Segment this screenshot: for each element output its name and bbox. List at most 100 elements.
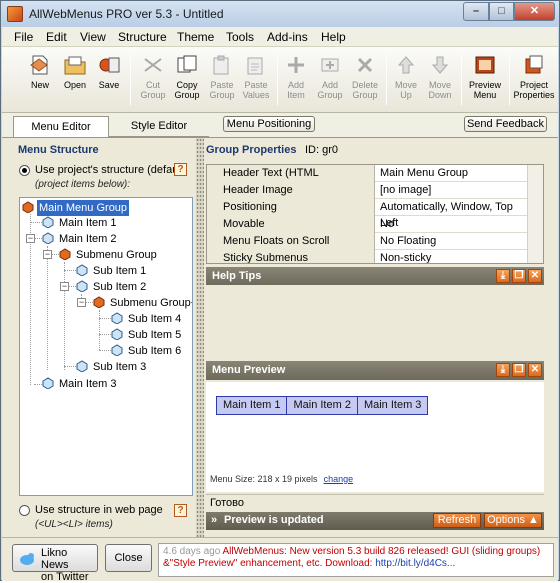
save-button[interactable]: Save <box>91 51 127 90</box>
property-value[interactable]: No <box>377 216 525 233</box>
help-icon[interactable]: ? <box>174 163 187 176</box>
paste-values-button[interactable]: Paste Values <box>238 51 274 100</box>
tree-line <box>99 310 100 350</box>
item-icon <box>76 264 88 276</box>
refresh-button[interactable]: Refresh <box>433 513 481 528</box>
tree-node-submenu-group-plus[interactable]: Submenu Group+ <box>93 295 192 311</box>
collapse-toggle[interactable]: − <box>26 234 35 243</box>
open-button[interactable]: Open <box>57 51 93 90</box>
tree-line <box>64 270 76 271</box>
close-icon[interactable]: ✕ <box>528 269 542 283</box>
property-name: Movable <box>207 216 375 233</box>
preview-updated-label: Preview is updated <box>224 514 324 526</box>
tree-line <box>99 334 111 335</box>
collapse-toggle[interactable]: − <box>43 250 52 259</box>
project-properties-button[interactable]: Project Properties <box>513 51 555 100</box>
preview-menu-item[interactable]: Main Item 1 <box>217 397 288 414</box>
collapse-toggle[interactable]: − <box>60 282 69 291</box>
tab-style-editor[interactable]: Style Editor <box>109 116 209 137</box>
menu-theme[interactable]: Theme <box>177 30 214 44</box>
menu-help[interactable]: Help <box>321 30 346 44</box>
delete-group-button[interactable]: Delete Group <box>347 51 383 100</box>
collapse-toggle[interactable]: − <box>77 298 86 307</box>
property-row[interactable]: Movable No <box>207 216 543 233</box>
arrow-down-icon <box>431 56 449 74</box>
property-row[interactable]: Header Image [no image] <box>207 182 543 199</box>
menu-add-ins[interactable]: Add-ins <box>267 30 308 44</box>
tree-node-sub-item-1[interactable]: Sub Item 1 <box>76 263 148 279</box>
options-button[interactable]: Options ▲ <box>484 513 542 528</box>
property-name: Menu Floats on Scroll <box>207 233 375 250</box>
add-group-button[interactable]: Add Group <box>312 51 348 100</box>
tree-node-main-item-1[interactable]: Main Item 1 <box>42 215 118 231</box>
use-web-structure-label: Use structure in web page <box>35 504 163 516</box>
add-item-button[interactable]: Add Item <box>278 51 314 100</box>
tree-node-main-item-3[interactable]: Main Item 3 <box>42 376 118 392</box>
tree-node-sub-item-3[interactable]: Sub Item 3 <box>76 359 148 375</box>
property-row[interactable]: Sticky Submenus Non-sticky <box>207 250 543 263</box>
group-id-label: ID: gr0 <box>305 144 339 156</box>
tree-node-sub-item-4[interactable]: Sub Item 4 <box>111 311 183 327</box>
toolbar-separator <box>130 53 131 105</box>
tree-node-main-item-2[interactable]: Main Item 2 <box>42 231 118 247</box>
new-button[interactable]: New <box>22 51 58 90</box>
change-size-link[interactable]: change <box>324 474 354 484</box>
dock-icon[interactable]: ⤓ <box>496 363 510 377</box>
news-link[interactable]: http://bit.ly/d4Cs... <box>375 558 455 569</box>
cut-group-button[interactable]: Cut Group <box>135 51 171 100</box>
menu-edit[interactable]: Edit <box>46 30 67 44</box>
property-row[interactable]: Header Text (HTML Formatting) Main Menu … <box>207 165 543 195</box>
preview-menu-button[interactable]: Preview Menu <box>465 51 505 100</box>
property-value[interactable]: Main Menu Group <box>377 165 525 182</box>
tree-line <box>47 246 48 370</box>
menu-structure[interactable]: Structure <box>118 30 167 44</box>
preview-menu-item[interactable]: Main Item 2 <box>287 397 358 414</box>
use-project-structure-radio[interactable] <box>19 165 30 176</box>
help-icon[interactable]: ? <box>174 504 187 517</box>
close-window-button[interactable]: ✕ <box>514 2 555 21</box>
property-value[interactable]: Non-sticky <box>377 250 525 263</box>
property-name: Header Image <box>207 182 375 199</box>
menu-view[interactable]: View <box>80 30 106 44</box>
paste-group-button[interactable]: Paste Group <box>204 51 240 100</box>
tab-menu-editor[interactable]: Menu Editor <box>13 116 109 137</box>
properties-scrollbar[interactable] <box>527 165 543 263</box>
maximize-button[interactable]: □ <box>489 2 514 21</box>
send-feedback-button[interactable]: Send Feedback <box>464 116 547 132</box>
copy-icon <box>177 55 197 73</box>
tree-node-sub-item-2[interactable]: Sub Item 2 <box>76 279 148 295</box>
property-row[interactable]: Menu Floats on Scroll No Floating <box>207 233 543 250</box>
tree-line <box>68 286 76 287</box>
tree-node-main-menu-group[interactable]: Main Menu Group <box>22 200 130 216</box>
restore-icon[interactable]: ❐ <box>512 269 526 283</box>
pane-splitter[interactable] <box>196 138 204 538</box>
close-icon[interactable]: ✕ <box>528 363 542 377</box>
menu-file[interactable]: File <box>14 30 33 44</box>
menu-size-label: Menu Size: 218 x 19 pixels <box>210 474 318 484</box>
property-value[interactable]: [no image] <box>377 182 525 199</box>
property-row[interactable]: Positioning Automatically, Window, Top L… <box>207 199 543 229</box>
property-value[interactable]: Automatically, Window, Top Left <box>377 199 525 229</box>
close-button[interactable]: Close <box>105 544 152 572</box>
move-up-button[interactable]: Move Up <box>388 51 424 100</box>
restore-icon[interactable]: ❐ <box>512 363 526 377</box>
use-web-structure-radio[interactable] <box>19 505 30 516</box>
dock-icon[interactable]: ⤓ <box>496 269 510 283</box>
tree-node-submenu-group[interactable]: Submenu Group <box>59 247 159 263</box>
property-value[interactable]: No Floating <box>377 233 525 250</box>
menu-preview-body: Main Item 1 Main Item 2 Main Item 3 Menu… <box>206 382 544 492</box>
menu-tools[interactable]: Tools <box>226 30 254 44</box>
preview-menu-item[interactable]: Main Item 3 <box>358 397 427 414</box>
minimize-button[interactable]: – <box>463 2 489 21</box>
tree-node-sub-item-6[interactable]: Sub Item 6 <box>111 343 183 359</box>
item-icon <box>42 216 54 228</box>
copy-group-button[interactable]: Copy Group <box>169 51 205 100</box>
help-tips-header: Help Tips ⤓ ❐ ✕ <box>206 267 544 286</box>
main-panel: Menu Structure Use project's structure (… <box>2 137 558 538</box>
tree-line <box>34 384 42 385</box>
tree-node-sub-item-5[interactable]: Sub Item 5 <box>111 327 183 343</box>
menu-positioning-button[interactable]: Menu Positioning <box>223 116 315 132</box>
likno-news-twitter-button[interactable]: Likno News on Twitter <box>12 544 98 583</box>
move-down-button[interactable]: Move Down <box>422 51 458 100</box>
double-chevron-icon: » <box>211 514 218 526</box>
